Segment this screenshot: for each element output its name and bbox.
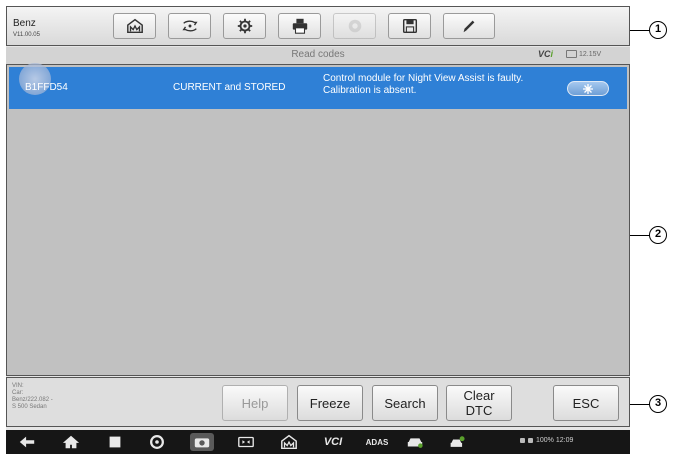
toolbar: Benz V11.00.05 <box>6 6 630 46</box>
software-version: V11.00.05 <box>13 32 40 38</box>
status-line: Read codes VCi 12.15V <box>6 47 630 64</box>
print-icon <box>292 18 307 34</box>
battery-voltage: 12.15V <box>566 50 601 58</box>
dtc-row[interactable]: B1FFD54 CURRENT and STORED Control modul… <box>9 63 627 109</box>
function-bar: VIN: Car: Benz/222.082 - S 500 Sedan Hel… <box>6 377 630 427</box>
system-tray: 100% 12:09 <box>520 437 573 444</box>
screenshot-button[interactable] <box>190 433 214 451</box>
back-arrow-icon <box>19 436 35 448</box>
esc-button[interactable]: ESC <box>553 385 619 421</box>
vci-indicator: VCi <box>538 49 553 59</box>
diagnostics-home-button[interactable] <box>278 433 300 451</box>
back-button[interactable] <box>16 433 38 451</box>
clear-dtc-line1: Clear <box>463 388 495 403</box>
recent-apps-icon <box>109 436 121 448</box>
callout-2-leader <box>630 235 650 236</box>
dtc-code: B1FFD54 <box>25 82 68 93</box>
home-icon <box>126 18 143 34</box>
house-icon <box>62 435 80 449</box>
android-home-button[interactable] <box>60 433 82 451</box>
callout-1-leader <box>630 30 650 31</box>
vci-label: VC <box>538 49 551 59</box>
callout-2: 2 <box>649 226 667 244</box>
system-navigation-bar: VCI ADAS 100% 12:09 <box>6 430 630 454</box>
freeze-frame-button[interactable] <box>567 81 609 96</box>
save-button[interactable] <box>388 13 431 39</box>
page-title: Read codes <box>291 49 345 60</box>
print-button[interactable] <box>278 13 321 39</box>
car-icon <box>407 438 423 448</box>
home-button[interactable] <box>113 13 156 39</box>
vci-status: i <box>550 49 554 59</box>
freeze-button[interactable]: Freeze <box>297 385 363 421</box>
callout-3-leader <box>630 404 650 405</box>
remote-support-shortcut[interactable] <box>446 433 470 451</box>
edit-icon <box>463 20 475 33</box>
help-button[interactable] <box>333 13 376 39</box>
vin-label: VIN: <box>12 383 24 389</box>
freeze-frame-snowflake-icon <box>583 83 593 94</box>
edit-button[interactable] <box>443 13 495 39</box>
voltage-value: 12.15V <box>579 50 602 58</box>
workshop-home-icon <box>281 434 297 450</box>
clear-dtc-button[interactable]: Clear DTC <box>446 385 512 421</box>
vehicle-details: VIN: Car: Benz/222.082 - S 500 Sedan <box>12 383 92 411</box>
help-function-button[interactable]: Help <box>222 385 288 421</box>
save-icon <box>402 18 417 34</box>
dtc-list-area: B1FFD54 CURRENT and STORED Control modul… <box>6 63 630 376</box>
vehicle-info: Benz V11.00.05 <box>13 14 103 39</box>
battery-icon <box>566 50 577 58</box>
adas-shortcut[interactable]: ADAS <box>362 433 392 451</box>
clear-dtc-line2: DTC <box>465 403 493 418</box>
battery-and-time: 100% 12:09 <box>536 437 574 444</box>
car-remote-icon <box>450 436 465 447</box>
vci-shortcut[interactable]: VCI <box>318 433 348 451</box>
browser-button[interactable] <box>146 433 168 451</box>
callout-1: 1 <box>649 21 667 39</box>
display-mode-button[interactable] <box>235 433 257 451</box>
vehicle-swap-icon <box>181 20 198 32</box>
car-label: Car: <box>12 390 24 396</box>
car-variant: S 500 Sedan <box>12 404 47 410</box>
vehicle-swap-button[interactable] <box>168 13 211 39</box>
display-mode-icon <box>238 436 254 448</box>
settings-icon <box>237 18 252 34</box>
settings-button[interactable] <box>223 13 266 39</box>
wifi-icon <box>528 438 533 443</box>
dtc-status: CURRENT and STORED <box>173 82 286 93</box>
car-shortcut[interactable] <box>404 433 426 451</box>
vehicle-make: Benz <box>13 18 36 29</box>
search-button[interactable]: Search <box>372 385 438 421</box>
dtc-description: Control module for Night View Assist is … <box>323 73 524 96</box>
browser-icon <box>150 435 164 449</box>
car-model: Benz/222.082 - <box>12 397 53 403</box>
callout-3: 3 <box>649 395 667 413</box>
notification-icon <box>520 438 525 443</box>
app-window: Benz V11.00.05 Read codes VCi 12.15V B1F… <box>6 6 630 454</box>
help-icon <box>348 19 361 33</box>
camera-icon <box>194 438 210 448</box>
recent-apps-button[interactable] <box>104 433 126 451</box>
